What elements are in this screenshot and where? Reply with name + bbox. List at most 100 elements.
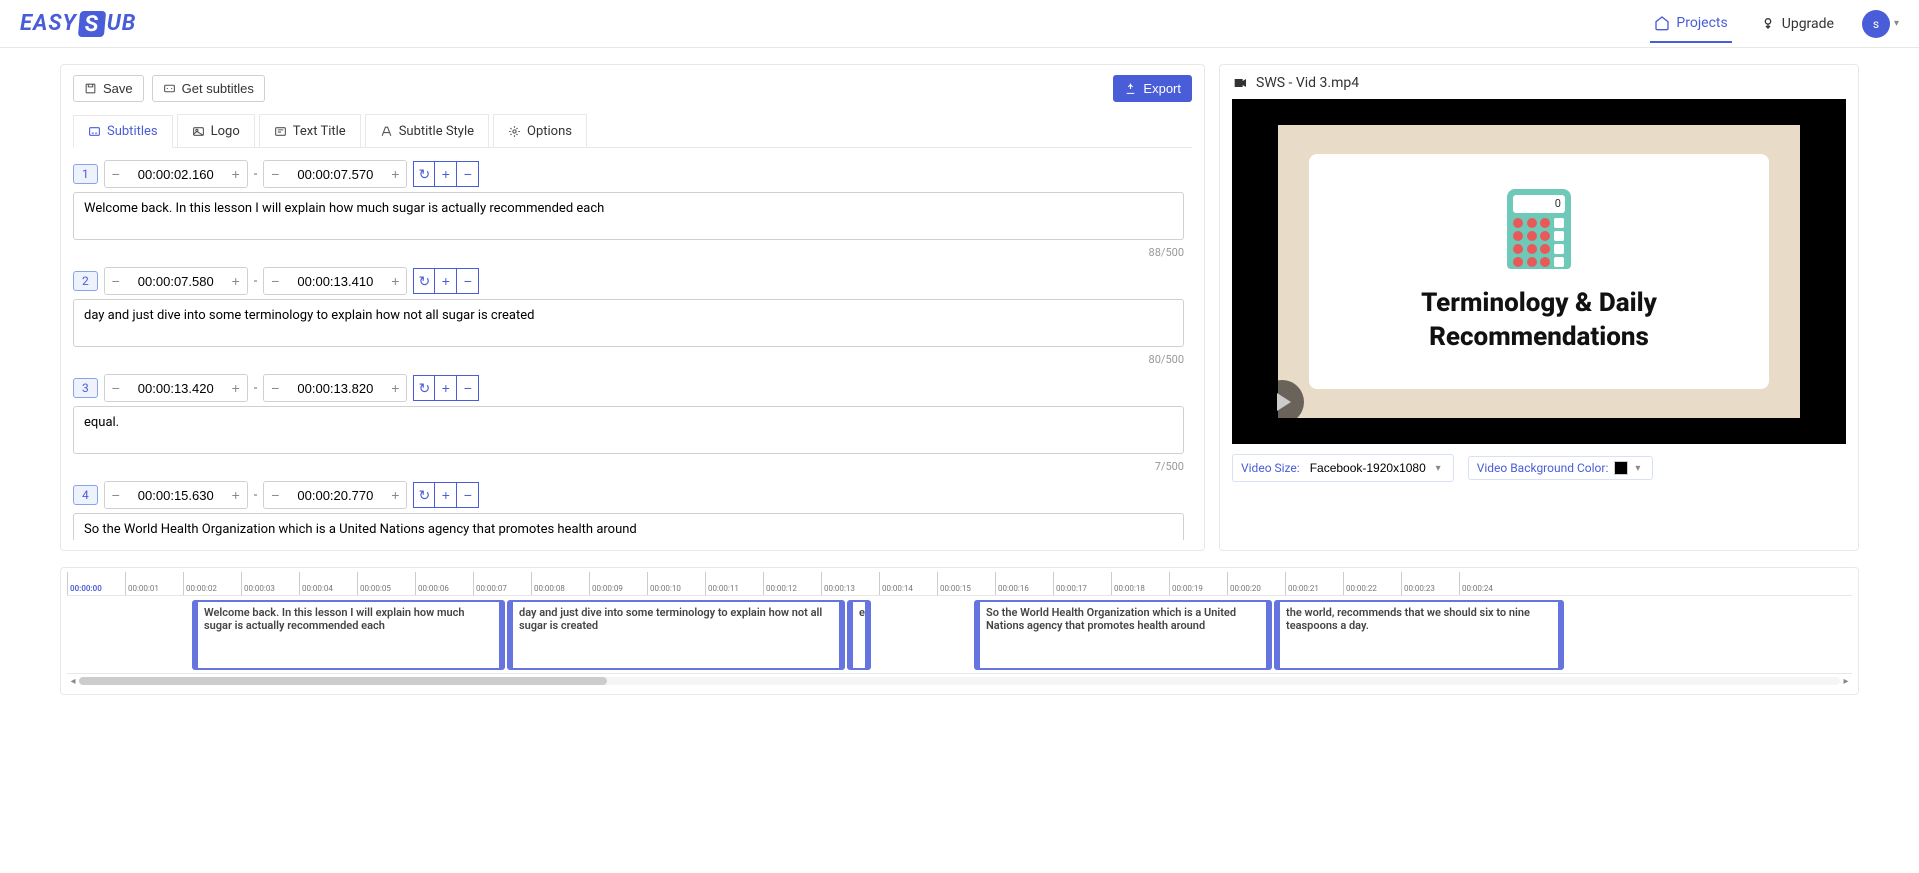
export-button[interactable]: Export — [1113, 75, 1192, 102]
video-size-label: Video Size: — [1241, 461, 1300, 475]
start-dec-button[interactable]: − — [105, 268, 127, 294]
start-inc-button[interactable]: + — [225, 482, 247, 508]
start-inc-button[interactable]: + — [225, 161, 247, 187]
start-time-input[interactable] — [127, 161, 225, 187]
upgrade-icon — [1760, 16, 1776, 32]
end-inc-button[interactable]: + — [384, 375, 406, 401]
export-label: Export — [1143, 81, 1181, 96]
nav-upgrade[interactable]: Upgrade — [1756, 6, 1838, 42]
ruler-tick: 00:00:19 — [1169, 572, 1227, 596]
end-time-stepper: − + — [263, 267, 407, 295]
scroll-thumb[interactable] — [79, 677, 607, 685]
remove-button[interactable]: − — [457, 375, 479, 401]
ruler-tick: 00:00:18 — [1111, 572, 1169, 596]
add-button[interactable]: + — [435, 161, 457, 187]
end-time-input[interactable] — [286, 482, 384, 508]
ruler-tick: 00:00:07 — [473, 572, 531, 596]
tab-options[interactable]: Options — [493, 114, 587, 147]
ruler-tick: 00:00:00 — [67, 572, 125, 596]
timeline-scrollbar[interactable]: ◂ ▸ — [67, 674, 1852, 688]
get-subtitles-button[interactable]: Get subtitles — [152, 75, 265, 102]
save-button[interactable]: Save — [73, 75, 144, 102]
subtitle-text-input[interactable]: So the World Health Organization which i… — [73, 513, 1184, 540]
refresh-button[interactable]: ↻ — [413, 482, 435, 508]
subtitle-list[interactable]: 1 − + - − + ↻ + − Welcome back. In this … — [73, 160, 1192, 540]
tab-logo[interactable]: Logo — [177, 114, 255, 147]
play-icon — [1277, 393, 1291, 411]
end-inc-button[interactable]: + — [384, 268, 406, 294]
end-time-stepper: − + — [263, 160, 407, 188]
ruler-tick: 00:00:08 — [531, 572, 589, 596]
end-dec-button[interactable]: − — [264, 161, 286, 187]
scroll-right-icon[interactable]: ▸ — [1840, 676, 1852, 687]
add-button[interactable]: + — [435, 268, 457, 294]
video-preview[interactable]: 0 Terminology & Daily Recommendations — [1232, 99, 1846, 444]
subtitle-actions: ↻ + − — [413, 375, 479, 401]
ruler-tick: 00:00:02 — [183, 572, 241, 596]
timeline-ruler[interactable]: 00:00:0000:00:0100:00:0200:00:0300:00:04… — [67, 572, 1852, 596]
start-time-input[interactable] — [127, 375, 225, 401]
subtitle-row: 2 − + - − + ↻ + − day and just dive into… — [73, 267, 1184, 366]
start-time-stepper: − + — [104, 160, 248, 188]
brand-logo[interactable]: EASY S UB — [20, 11, 136, 37]
start-inc-button[interactable]: + — [225, 268, 247, 294]
timeline-track[interactable]: Welcome back. In this lesson I will expl… — [67, 596, 1852, 674]
start-dec-button[interactable]: − — [105, 482, 127, 508]
start-time-input[interactable] — [127, 268, 225, 294]
char-count: 88/500 — [73, 246, 1184, 259]
end-time-input[interactable] — [286, 375, 384, 401]
subtitle-text-input[interactable]: day and just dive into some terminology … — [73, 299, 1184, 347]
start-time-input[interactable] — [127, 482, 225, 508]
timeline-clip[interactable]: the world, recommends that we should six… — [1274, 600, 1564, 670]
end-dec-button[interactable]: − — [264, 482, 286, 508]
refresh-button[interactable]: ↻ — [413, 375, 435, 401]
ruler-tick: 00:00:01 — [125, 572, 183, 596]
end-inc-button[interactable]: + — [384, 161, 406, 187]
subtitle-text-input[interactable]: equal. — [73, 406, 1184, 454]
end-inc-button[interactable]: + — [384, 482, 406, 508]
video-bg-select[interactable] — [1614, 461, 1644, 475]
logo-text-3: UB — [107, 11, 137, 36]
nav-projects[interactable]: Projects — [1650, 5, 1731, 43]
refresh-button[interactable]: ↻ — [413, 161, 435, 187]
start-dec-button[interactable]: − — [105, 375, 127, 401]
tab-subtitle-style[interactable]: Subtitle Style — [365, 114, 489, 147]
slide-title: Terminology & Daily Recommendations — [1329, 287, 1748, 355]
user-menu[interactable]: s ▾ — [1862, 10, 1899, 38]
scroll-track[interactable] — [79, 677, 1840, 685]
refresh-button[interactable]: ↻ — [413, 268, 435, 294]
subtitle-actions: ↻ + − — [413, 268, 479, 294]
timeline-clip[interactable]: day and just dive into some terminology … — [507, 600, 845, 670]
main-area: Save Get subtitles Export Subtitles Logo — [0, 48, 1919, 567]
logo-text-1: EASY — [20, 11, 77, 36]
tab-subtitles[interactable]: Subtitles — [73, 115, 173, 148]
scroll-left-icon[interactable]: ◂ — [67, 676, 79, 687]
video-icon — [1232, 75, 1248, 91]
end-dec-button[interactable]: − — [264, 375, 286, 401]
video-size-select[interactable]: Facebook-1920x1080 — [1306, 459, 1445, 477]
end-time-stepper: − + — [263, 481, 407, 509]
remove-button[interactable]: − — [457, 482, 479, 508]
start-inc-button[interactable]: + — [225, 375, 247, 401]
add-button[interactable]: + — [435, 375, 457, 401]
timeline-clip[interactable]: So the World Health Organization which i… — [974, 600, 1272, 670]
timeline-clip[interactable]: Welcome back. In this lesson I will expl… — [192, 600, 505, 670]
subtitle-text-input[interactable]: Welcome back. In this lesson I will expl… — [73, 192, 1184, 240]
ruler-tick: 00:00:03 — [241, 572, 299, 596]
ruler-tick: 00:00:12 — [763, 572, 821, 596]
end-time-input[interactable] — [286, 268, 384, 294]
tab-text-title[interactable]: Text Title — [259, 114, 361, 147]
end-time-stepper: − + — [263, 374, 407, 402]
remove-button[interactable]: − — [457, 268, 479, 294]
timeline-clip[interactable]: e — [847, 600, 871, 670]
video-file-row: SWS - Vid 3.mp4 — [1232, 75, 1846, 91]
ruler-tick: 00:00:17 — [1053, 572, 1111, 596]
start-dec-button[interactable]: − — [105, 161, 127, 187]
end-dec-button[interactable]: − — [264, 268, 286, 294]
time-separator: - — [254, 274, 258, 289]
end-time-input[interactable] — [286, 161, 384, 187]
save-icon — [84, 82, 97, 95]
add-button[interactable]: + — [435, 482, 457, 508]
tab-subtitle-style-label: Subtitle Style — [399, 124, 474, 139]
remove-button[interactable]: − — [457, 161, 479, 187]
